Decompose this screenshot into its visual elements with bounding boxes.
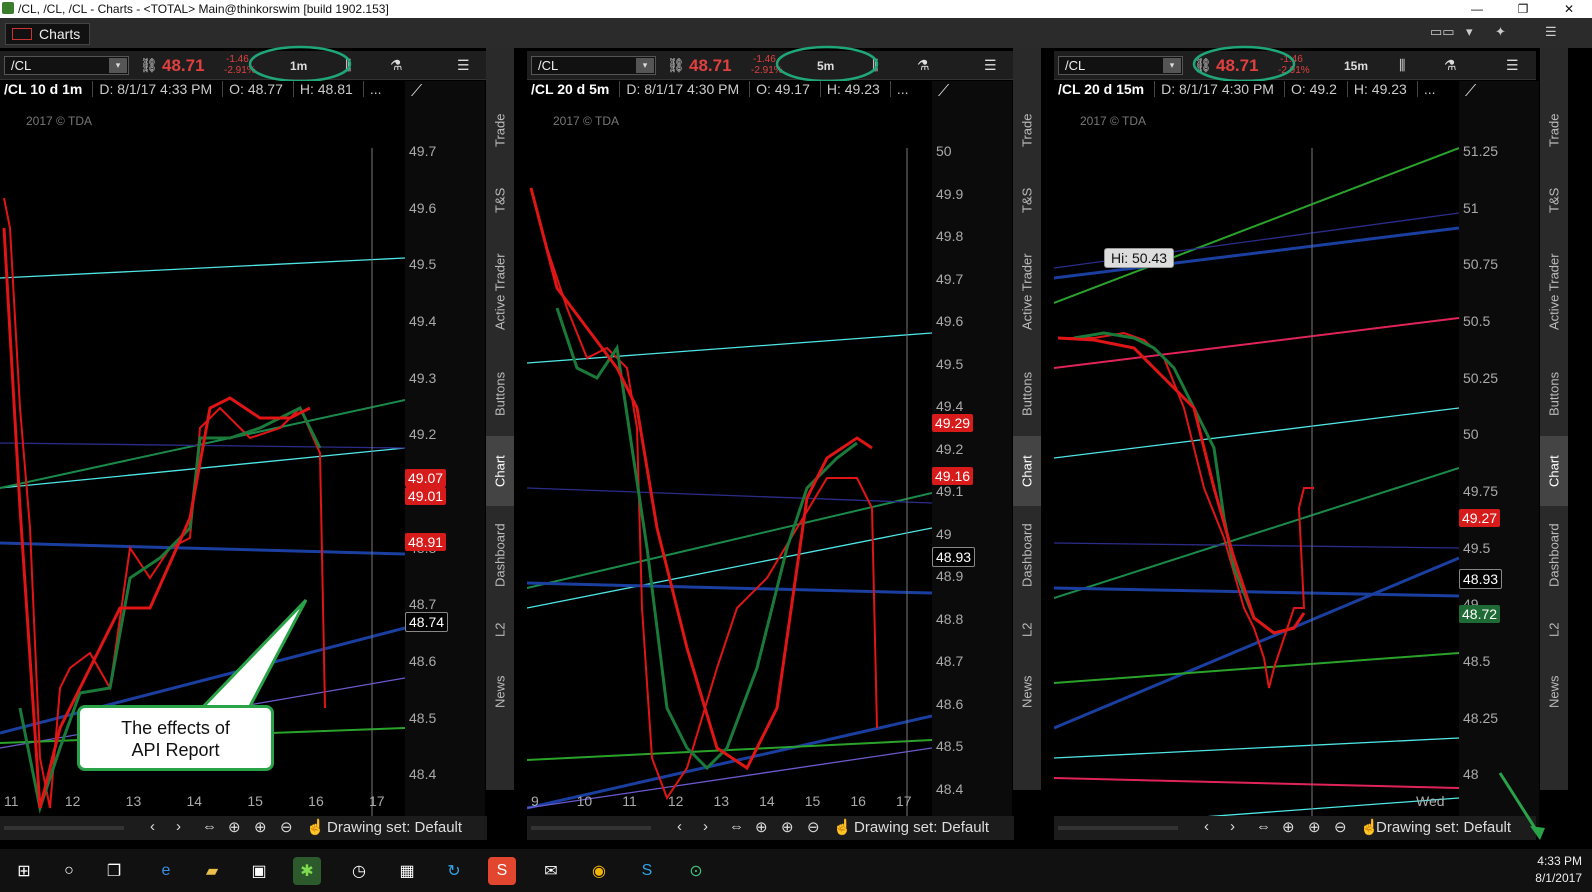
thinkorswim-icon[interactable]: ✱ [293,857,321,885]
start-windows-icon[interactable]: ⊞ [10,857,38,885]
edge-browser-icon[interactable]: e [152,857,180,885]
clock-app-icon[interactable]: ◷ [345,857,373,885]
app-circle-icon[interactable]: ⊙ [682,857,710,885]
s-app-icon[interactable]: S [488,857,516,885]
refresh-app-icon[interactable]: ↻ [440,857,468,885]
search-circle-icon[interactable]: ○ [55,857,83,885]
windows-taskbar: ⊞ ○ ❐ e ▰ ▣ ✱ ◷ ▦ ↻ S ✉ ◉ S ⊙ 4:33 PM 8/… [0,849,1592,892]
mail-icon[interactable]: ✉ [537,857,565,885]
callout-line2: API Report [131,740,220,760]
annotation-callout: The effects of API Report [77,705,274,771]
arrow-annotation-head [1530,826,1545,840]
skype-icon[interactable]: S [633,857,661,885]
clock-date: 8/1/2017 [1535,871,1582,885]
store-icon[interactable]: ▣ [245,857,273,885]
file-explorer-icon[interactable]: ▰ [198,857,226,885]
callout-line1: The effects of [121,718,230,738]
calculator-icon[interactable]: ▦ [393,857,421,885]
clock-time: 4:33 PM [1537,854,1582,868]
task-view-icon[interactable]: ❐ [100,857,128,885]
taskbar-clock[interactable]: 4:33 PM 8/1/2017 [1535,853,1582,887]
chrome-icon[interactable]: ◉ [585,857,613,885]
